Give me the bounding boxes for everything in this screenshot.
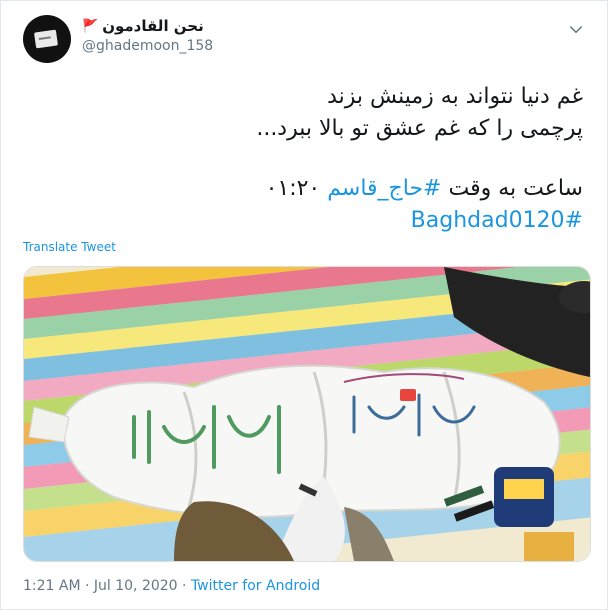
tweet-line-1: غم دنیا نتواند به زمینش بزند	[327, 84, 583, 109]
author-block[interactable]: 🚩 نحن القادمون @ghademoon_158	[82, 17, 213, 54]
time-value: ۰۱:۲۰	[265, 176, 328, 201]
display-name-text: نحن القادمون	[102, 17, 204, 35]
flag-icon: 🚩	[82, 18, 99, 34]
tweet-card: 🚩 نحن القادمون @ghademoon_158 غم دنیا نت…	[0, 0, 608, 610]
time-prefix: ساعت به وقت	[441, 176, 583, 201]
hashtag-link[interactable]: #حاج_قاسم	[327, 176, 441, 201]
tweet-text: غم دنیا نتواند به زمینش بزند پرچمی را که…	[23, 81, 583, 237]
tweet-meta: 1:21 AM · Jul 10, 2020 · Twitter for And…	[23, 578, 320, 594]
chevron-down-icon[interactable]	[567, 21, 585, 39]
tweet-line-2: پرچمی را که غم عشق تو بالا ببرد...	[256, 116, 583, 141]
tweet-photo[interactable]	[23, 266, 591, 562]
photo-illustration	[24, 267, 590, 561]
translate-tweet-link[interactable]: Translate Tweet	[23, 240, 116, 254]
display-name[interactable]: 🚩 نحن القادمون	[82, 17, 213, 35]
hashtag-link[interactable]: #Baghdad0120	[411, 208, 583, 233]
avatar[interactable]	[23, 15, 71, 63]
tweet-timestamp[interactable]: 1:21 AM · Jul 10, 2020 ·	[23, 578, 191, 594]
tweet-source-link[interactable]: Twitter for Android	[191, 578, 320, 594]
tweet-line-3: ساعت به وقت #حاج_قاسم ۰۱:۲۰	[23, 173, 583, 205]
user-handle[interactable]: @ghademoon_158	[82, 38, 213, 54]
